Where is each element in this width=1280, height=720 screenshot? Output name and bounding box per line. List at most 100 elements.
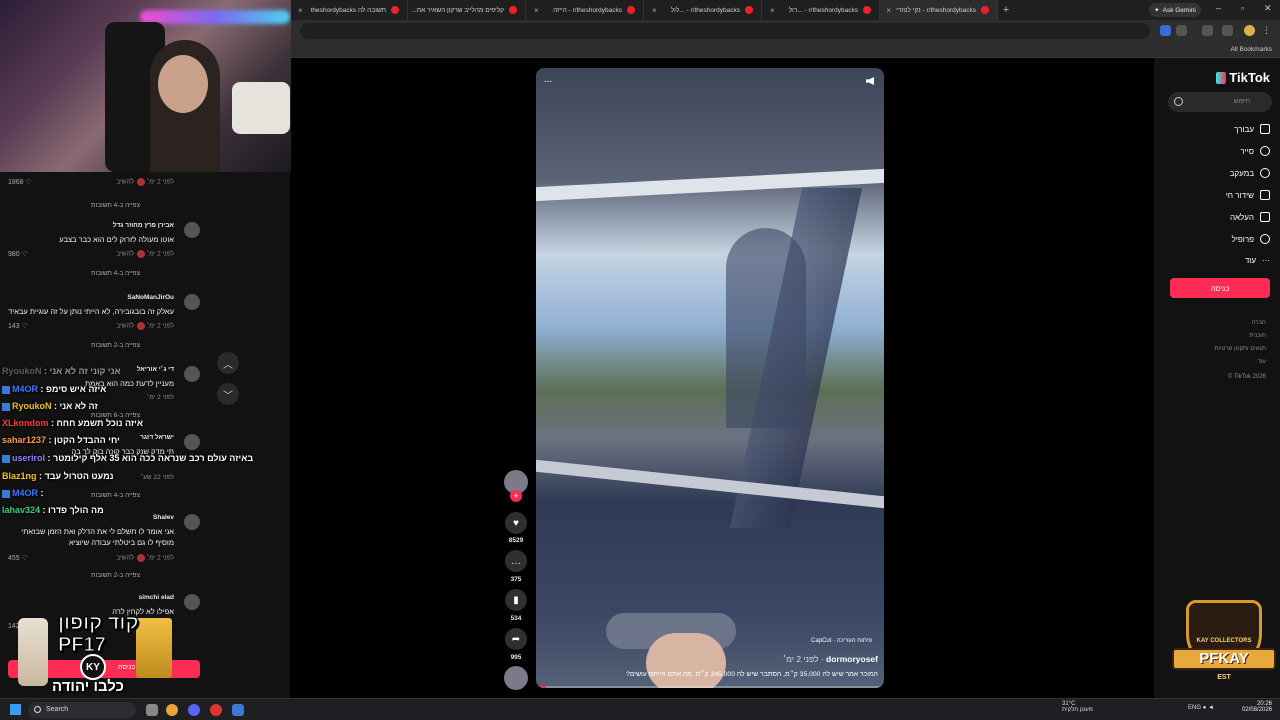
menu-icon[interactable]: ⋮ [1262, 25, 1273, 36]
comment-author[interactable]: Shalev [153, 514, 174, 521]
search-input[interactable]: חיפוש [1168, 92, 1272, 112]
comment-likes[interactable]: 980 ♡ [8, 250, 28, 258]
comment-author[interactable]: simchi elad [139, 594, 174, 601]
reply-link[interactable]: להשיב [116, 323, 134, 330]
sound-icon[interactable] [866, 77, 874, 85]
nav-following[interactable]: במעקב [1230, 168, 1270, 178]
search-icon[interactable] [1174, 97, 1183, 106]
comment-likes[interactable]: 1868 ♡ [8, 178, 32, 186]
taskbar-search[interactable]: Search [28, 702, 136, 718]
browser-tab[interactable]: r/theshordybacks - ...רול × [762, 0, 880, 20]
comment-author[interactable]: די ג׳י אוריאל [137, 366, 174, 373]
volume-icon[interactable]: ◄ [1208, 705, 1214, 711]
app-icon[interactable] [232, 704, 244, 716]
commenter-avatar[interactable] [184, 594, 200, 610]
chat-username: sahar1237 [2, 435, 47, 445]
save-count: 534 [510, 615, 522, 622]
tiktok-logo[interactable]: TikTok [1216, 70, 1270, 85]
browser-tab[interactable]: קליפים מהלייב שרקון השאיר את...× [408, 0, 526, 20]
sidepanel-icon[interactable] [1222, 25, 1233, 36]
login-label: כניסה [118, 664, 136, 671]
chat-message: sahar1237 : יחי ההבדל הקטן [2, 435, 120, 445]
view-replies-button[interactable]: צפייה ב-2 תשובות [91, 342, 140, 349]
ask-gemini-button[interactable]: ✦ Ask Gemini [1149, 3, 1201, 17]
nav-upload[interactable]: העלאה [1230, 212, 1270, 222]
browser-tab-bar: תשובה לה theshordybacks × קליפים מהלייב ש… [290, 0, 1280, 20]
capcut-label[interactable]: CapCut · פיתוח העריכה [811, 638, 872, 644]
comment-author[interactable]: SaNoManJirOu [127, 294, 174, 301]
nav-profile[interactable]: פרופיל [1232, 234, 1270, 244]
perfume-bottle [136, 618, 172, 678]
next-video-button[interactable]: ﹀ [217, 383, 239, 405]
nav-more[interactable]: ··· עוד [1245, 256, 1270, 265]
close-icon[interactable]: × [298, 6, 303, 15]
reply-link[interactable]: להשיב [116, 555, 134, 562]
avatar [136, 250, 145, 258]
bookmark-icon[interactable]: ▮ [505, 589, 527, 611]
view-replies-button[interactable]: צפייה ב-4 תשובות [91, 270, 140, 277]
comment-likes[interactable]: 455 ♡ [8, 554, 28, 562]
comment-likes[interactable]: 143 ♡ [8, 322, 28, 330]
nav-live[interactable]: שידור חי [1226, 190, 1270, 200]
share-icon[interactable]: ➦ [505, 628, 527, 650]
commenter-avatar[interactable] [184, 434, 200, 450]
login-button[interactable]: כניסה [1170, 278, 1270, 298]
language-indicator[interactable]: ENG [1188, 705, 1201, 711]
comment-icon[interactable]: … [505, 550, 527, 572]
commenter-avatar[interactable] [184, 222, 200, 238]
footer-link[interactable]: תוכנית [1249, 333, 1266, 339]
maximize-icon[interactable]: ▫ [1241, 3, 1244, 13]
clock[interactable]: 20:26 02/08/2026 [1238, 701, 1272, 713]
browser-tab-active[interactable]: r/theshordybacks - נקי לנוזרי × [880, 0, 998, 20]
task-view-icon[interactable] [146, 704, 158, 716]
browser-tab[interactable]: r/theshordybacks - ...לול × [644, 0, 762, 20]
author-name[interactable]: dormoryosef [826, 654, 878, 664]
app-icon[interactable] [210, 704, 222, 716]
browser-tab[interactable]: r/theshordybacks - הייזה × [526, 0, 644, 20]
view-replies-button[interactable]: צפייה ב-4 תשובות [91, 202, 140, 209]
video-progress-bar[interactable] [536, 686, 884, 688]
mic-icon[interactable]: ● [1203, 705, 1207, 711]
video-author[interactable]: dormoryosef · לפני 2 ימ׳ [783, 654, 878, 664]
view-replies-button[interactable]: צפייה ב-2 תשובות [91, 572, 140, 579]
system-tray[interactable]: ENG ● ◄ [1188, 705, 1214, 711]
reply-link[interactable]: להשיב [116, 179, 134, 186]
comment-author[interactable]: ישראל דזגר [140, 434, 174, 441]
chrome-icon[interactable] [166, 704, 178, 716]
footer-link[interactable]: תנאים ותקנון פרטיות [1214, 346, 1266, 352]
puzzle-icon[interactable] [1202, 25, 1213, 36]
footer-link[interactable]: חברה [1252, 320, 1266, 326]
weather-widget[interactable]: 31°C מעונן חלקית [1062, 701, 1093, 713]
address-bar[interactable] [300, 23, 1150, 39]
previous-video-button[interactable]: ︿ [217, 352, 239, 374]
view-replies-button[interactable]: צפייה ב-4 תשובות [91, 492, 140, 499]
windows-start-icon[interactable] [10, 704, 21, 715]
minimize-icon[interactable]: – [1216, 3, 1221, 13]
follow-plus-icon[interactable]: + [510, 490, 522, 502]
commenter-avatar[interactable] [184, 294, 200, 310]
nav-explore[interactable]: סייר [1240, 146, 1270, 156]
close-icon[interactable]: × [652, 6, 657, 15]
comment-author[interactable]: אבירן פרץ מחוזר גדל [113, 222, 174, 229]
reply-link[interactable]: להשיב [116, 251, 134, 258]
footer-link[interactable]: עוד [1258, 359, 1266, 365]
commenter-avatar[interactable] [184, 514, 200, 530]
comment-meta: לפני 2 ימ׳ להשיב [116, 250, 174, 258]
discord-icon[interactable] [188, 704, 200, 716]
browser-tab[interactable]: תשובה לה theshordybacks × [290, 0, 408, 20]
close-icon[interactable]: × [886, 6, 891, 15]
heart-icon[interactable]: ♥ [505, 512, 527, 534]
profile-avatar[interactable] [1244, 25, 1255, 36]
window-close-icon[interactable]: ✕ [1264, 3, 1272, 14]
video-player[interactable]: ... CapCut · פיתוח העריכה dormoryosef · … [536, 68, 884, 688]
music-disc-avatar[interactable] [504, 666, 528, 690]
close-icon[interactable]: × [770, 6, 775, 15]
commenter-avatar[interactable] [184, 366, 200, 382]
new-tab-button[interactable]: + [998, 4, 1014, 16]
nav-foryou[interactable]: עבורך [1234, 124, 1270, 134]
star-icon[interactable] [1176, 25, 1187, 36]
all-bookmarks-button[interactable]: All Bookmarks [1230, 46, 1272, 53]
extension-icon[interactable] [1160, 25, 1171, 36]
close-icon[interactable]: × [534, 6, 539, 15]
more-options-button[interactable]: ... [544, 74, 552, 85]
